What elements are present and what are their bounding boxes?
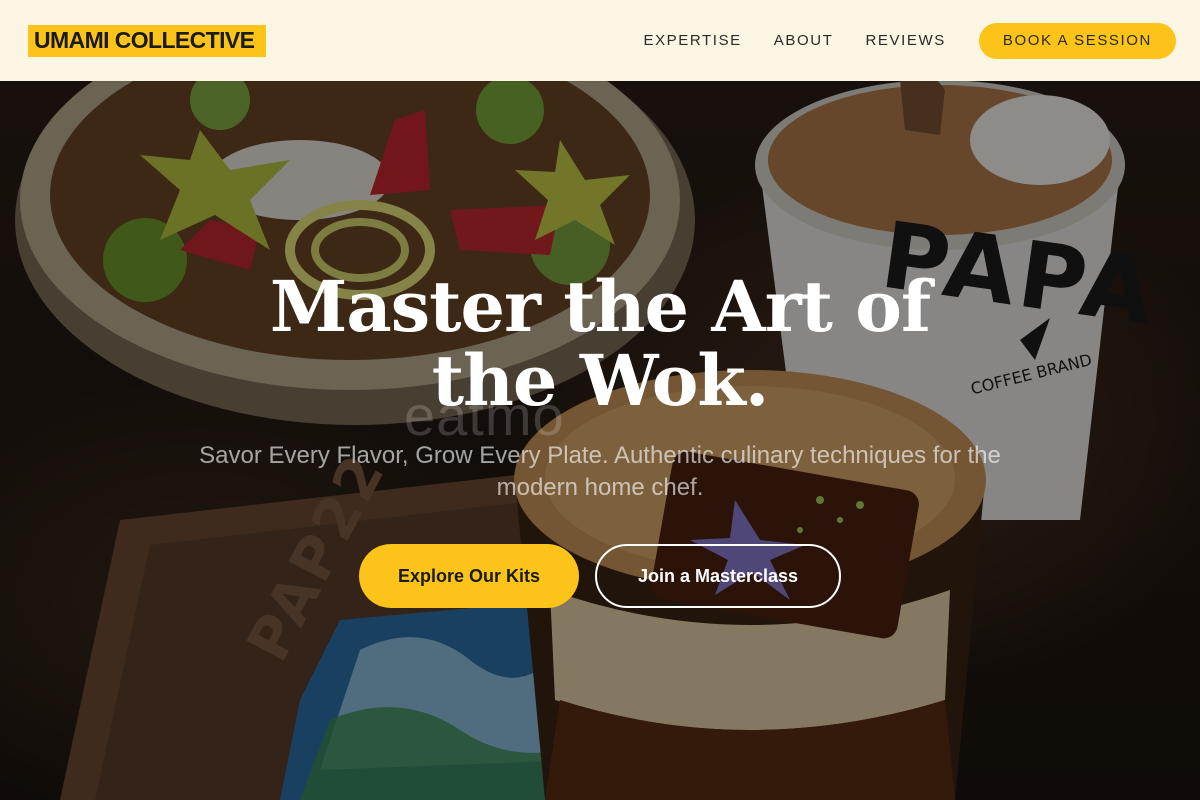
hero-subheadline: Savor Every Flavor, Grow Every Plate. Au… <box>199 442 1001 501</box>
hero-headline: Master the Art of the Wok. <box>269 265 931 422</box>
brand-logo[interactable]: UMAMI COLLECTIVE <box>28 24 267 57</box>
join-masterclass-button[interactable]: Join a Masterclass <box>595 544 841 608</box>
explore-kits-button[interactable]: Explore Our Kits <box>359 544 579 608</box>
hero-content: eatmo Master the Art of the Wok. Savor E… <box>0 0 1200 800</box>
main-nav: EXPERTISE ABOUT REVIEWS BOOK A SESSION <box>643 22 1176 59</box>
site-header: UMAMI COLLECTIVE EXPERTISE ABOUT REVIEWS… <box>0 0 1200 81</box>
book-session-button[interactable]: BOOK A SESSION <box>978 22 1176 59</box>
nav-link-about[interactable]: ABOUT <box>774 32 834 49</box>
nav-link-expertise[interactable]: EXPERTISE <box>643 32 741 49</box>
nav-link-reviews[interactable]: REVIEWS <box>865 32 945 49</box>
